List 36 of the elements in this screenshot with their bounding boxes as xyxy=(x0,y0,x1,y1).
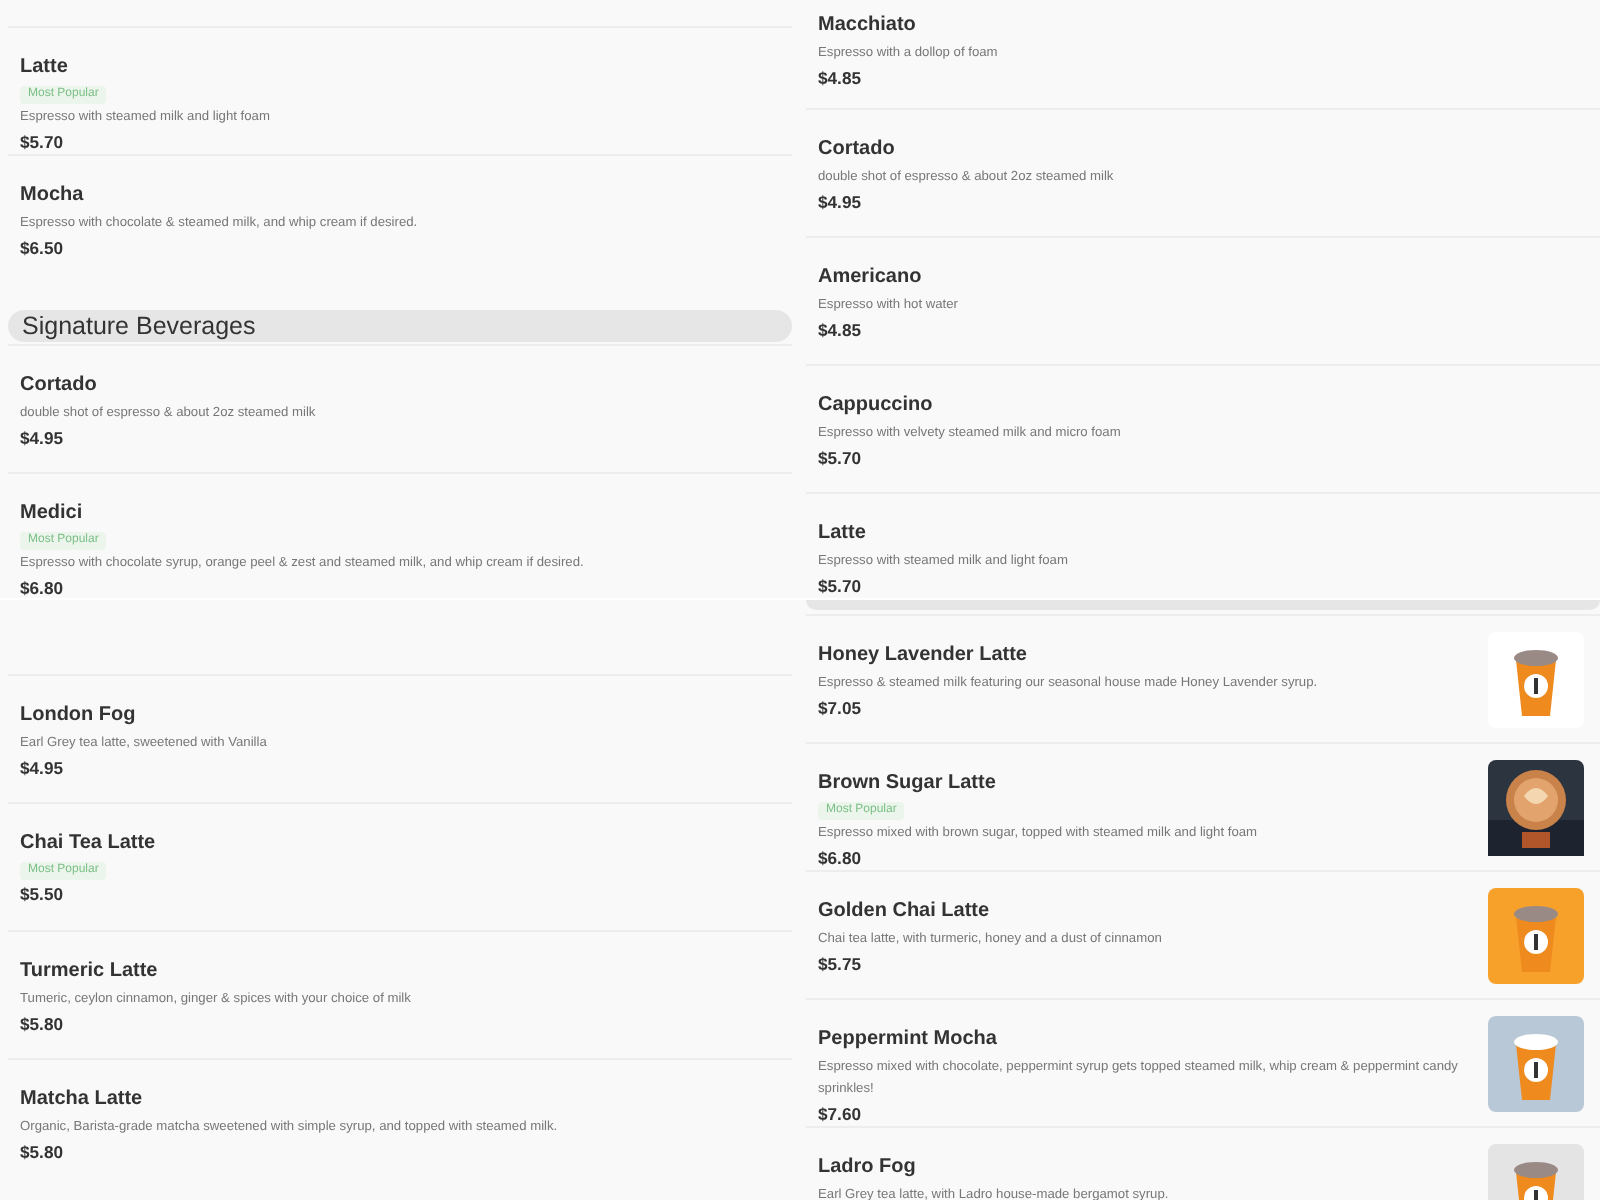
item-price: $6.80 xyxy=(818,846,862,872)
item-price: $5.80 xyxy=(20,1012,64,1038)
item-name: Ladro Fog xyxy=(818,1154,916,1182)
item-name: Latte xyxy=(818,520,866,548)
item-price: $4.95 xyxy=(20,756,64,782)
item-price: $5.80 xyxy=(20,1140,64,1166)
item-name: Chai Tea Latte xyxy=(20,830,156,858)
item-price: $5.70 xyxy=(20,130,64,156)
item-price: $6.50 xyxy=(20,236,64,262)
item-price: $7.05 xyxy=(818,696,862,722)
item-name: Medici xyxy=(20,500,83,528)
item-name: Cortado xyxy=(818,136,895,164)
item-name: Mocha xyxy=(20,182,84,210)
item-price: $4.95 xyxy=(20,426,64,452)
item-name: Peppermint Mocha xyxy=(818,1026,997,1054)
item-price: $6.80 xyxy=(20,576,64,598)
item-price: $4.85 xyxy=(818,66,862,92)
item-price: $4.85 xyxy=(818,318,862,344)
item-name: Macchiato xyxy=(818,12,916,40)
item-price: $5.70 xyxy=(818,574,862,598)
item-name: Latte xyxy=(20,54,68,82)
item-name: Cortado xyxy=(20,372,97,400)
item-price: $5.70 xyxy=(818,446,862,472)
item-name: Brown Sugar Latte xyxy=(818,770,996,798)
section-header: Signature Beverages xyxy=(8,310,792,342)
item-name: London Fog xyxy=(20,702,136,730)
item-name: Americano xyxy=(818,264,922,292)
item-price: $7.60 xyxy=(818,1102,862,1128)
item-price: $5.75 xyxy=(818,952,862,978)
item-name: Honey Lavender Latte xyxy=(818,642,1027,670)
item-name: Cappuccino xyxy=(818,392,933,420)
item-name: Golden Chai Latte xyxy=(818,898,990,926)
item-price: $5.50 xyxy=(20,882,64,908)
item-name: Turmeric Latte xyxy=(20,958,158,986)
item-name: Matcha Latte xyxy=(20,1086,143,1114)
item-price: $4.95 xyxy=(818,190,862,216)
